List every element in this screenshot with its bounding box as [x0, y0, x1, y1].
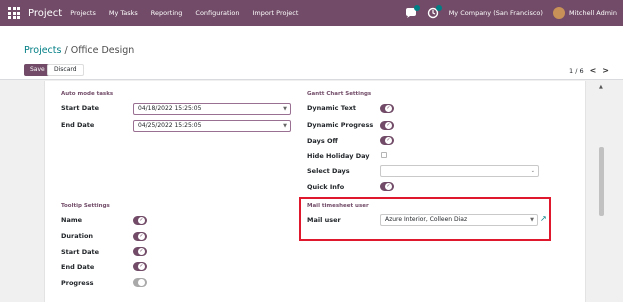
scrollbar-thumb[interactable]: [599, 147, 604, 216]
dynamic-progress-label: Dynamic Progress: [307, 121, 374, 129]
systray: My Company (San Francisco) Mitchell Admi…: [405, 0, 617, 26]
menu-item-my-tasks[interactable]: My Tasks: [109, 9, 138, 17]
gantt-settings-title: Gantt Chart Settings: [307, 91, 372, 97]
main-menu: Projects My Tasks Reporting Configuratio…: [70, 9, 311, 17]
breadcrumb-projects[interactable]: Projects: [24, 45, 61, 56]
external-link-icon[interactable]: ↗: [540, 214, 547, 223]
control-panel: Projects / Office Design Save Discard 1 …: [0, 26, 623, 80]
chevron-down-icon: ▼: [530, 217, 534, 223]
activity-icon[interactable]: [427, 5, 442, 19]
end-date-input[interactable]: 04/25/2022 15:25:05 ▼: [133, 120, 291, 132]
tooltip-duration-label: Duration: [61, 232, 94, 240]
tooltip-settings-title: Tooltip Settings: [61, 203, 110, 209]
tooltip-progress-label: Progress: [61, 279, 94, 287]
scroll-up-icon[interactable]: ▲: [599, 84, 603, 90]
tooltip-name-toggle[interactable]: [133, 216, 147, 225]
days-off-toggle[interactable]: [380, 136, 394, 145]
days-off-label: Days Off: [307, 137, 338, 145]
avatar[interactable]: [552, 7, 565, 19]
hide-holiday-checkbox[interactable]: [381, 152, 387, 158]
chevron-down-icon: ▼: [283, 106, 287, 112]
start-date-value: 04/18/2022 15:25:05: [138, 105, 202, 112]
select-days-label: Select Days: [307, 167, 350, 175]
end-date-label: End Date: [61, 121, 95, 129]
tooltip-start-date-toggle[interactable]: [133, 247, 147, 256]
top-navbar: Project Projects My Tasks Reporting Conf…: [0, 0, 623, 26]
dynamic-text-label: Dynamic Text: [307, 104, 357, 112]
breadcrumb-current: Office Design: [70, 45, 135, 56]
mail-user-value: Azure Interior, Colleen Diaz: [385, 216, 468, 223]
discard-button[interactable]: Discard: [47, 64, 84, 76]
tooltip-start-date-label: Start Date: [61, 248, 100, 256]
dynamic-text-toggle[interactable]: [380, 104, 394, 113]
start-date-input[interactable]: 04/18/2022 15:25:05 ▼: [133, 103, 291, 115]
chat-icon[interactable]: [405, 5, 420, 19]
auto-mode-title: Auto mode tasks: [61, 91, 114, 97]
user-menu[interactable]: Mitchell Admin: [569, 9, 617, 17]
mail-user-input[interactable]: Azure Interior, Colleen Diaz ▼: [380, 214, 538, 226]
breadcrumb: Projects / Office Design: [24, 45, 134, 56]
app-title[interactable]: Project: [28, 8, 62, 19]
apps-icon[interactable]: [8, 7, 20, 19]
quick-info-label: Quick Info: [307, 183, 345, 191]
tooltip-end-date-label: End Date: [61, 263, 95, 271]
tooltip-name-label: Name: [61, 216, 83, 224]
start-date-label: Start Date: [61, 104, 100, 112]
menu-item-import-project[interactable]: Import Project: [253, 9, 299, 17]
pager: 1 / 6 < >: [569, 66, 609, 75]
chevron-down-icon: ⌄: [530, 168, 535, 174]
breadcrumb-separator: /: [64, 45, 68, 56]
chevron-down-icon: ▼: [283, 123, 287, 129]
menu-item-configuration[interactable]: Configuration: [195, 9, 239, 17]
menu-item-projects[interactable]: Projects: [70, 9, 96, 17]
chevron-left-icon[interactable]: <: [590, 66, 597, 75]
mail-user-label: Mail user: [307, 216, 341, 224]
select-days-input[interactable]: ⌄: [380, 165, 539, 177]
tooltip-progress-toggle[interactable]: [133, 278, 147, 287]
form-sheet: [44, 81, 586, 302]
mail-timesheet-title: Mail timesheet user: [307, 203, 369, 209]
company-switcher[interactable]: My Company (San Francisco): [449, 9, 543, 17]
hide-holiday-label: Hide Holiday Day: [307, 152, 370, 160]
menu-item-reporting[interactable]: Reporting: [151, 9, 183, 17]
tooltip-end-date-toggle[interactable]: [133, 262, 147, 271]
end-date-value: 04/25/2022 15:25:05: [138, 122, 202, 129]
pager-value[interactable]: 1 / 6: [569, 67, 584, 75]
quick-info-toggle[interactable]: [380, 182, 394, 191]
dynamic-progress-toggle[interactable]: [380, 121, 394, 130]
chevron-right-icon[interactable]: >: [602, 66, 609, 75]
tooltip-duration-toggle[interactable]: [133, 232, 147, 241]
